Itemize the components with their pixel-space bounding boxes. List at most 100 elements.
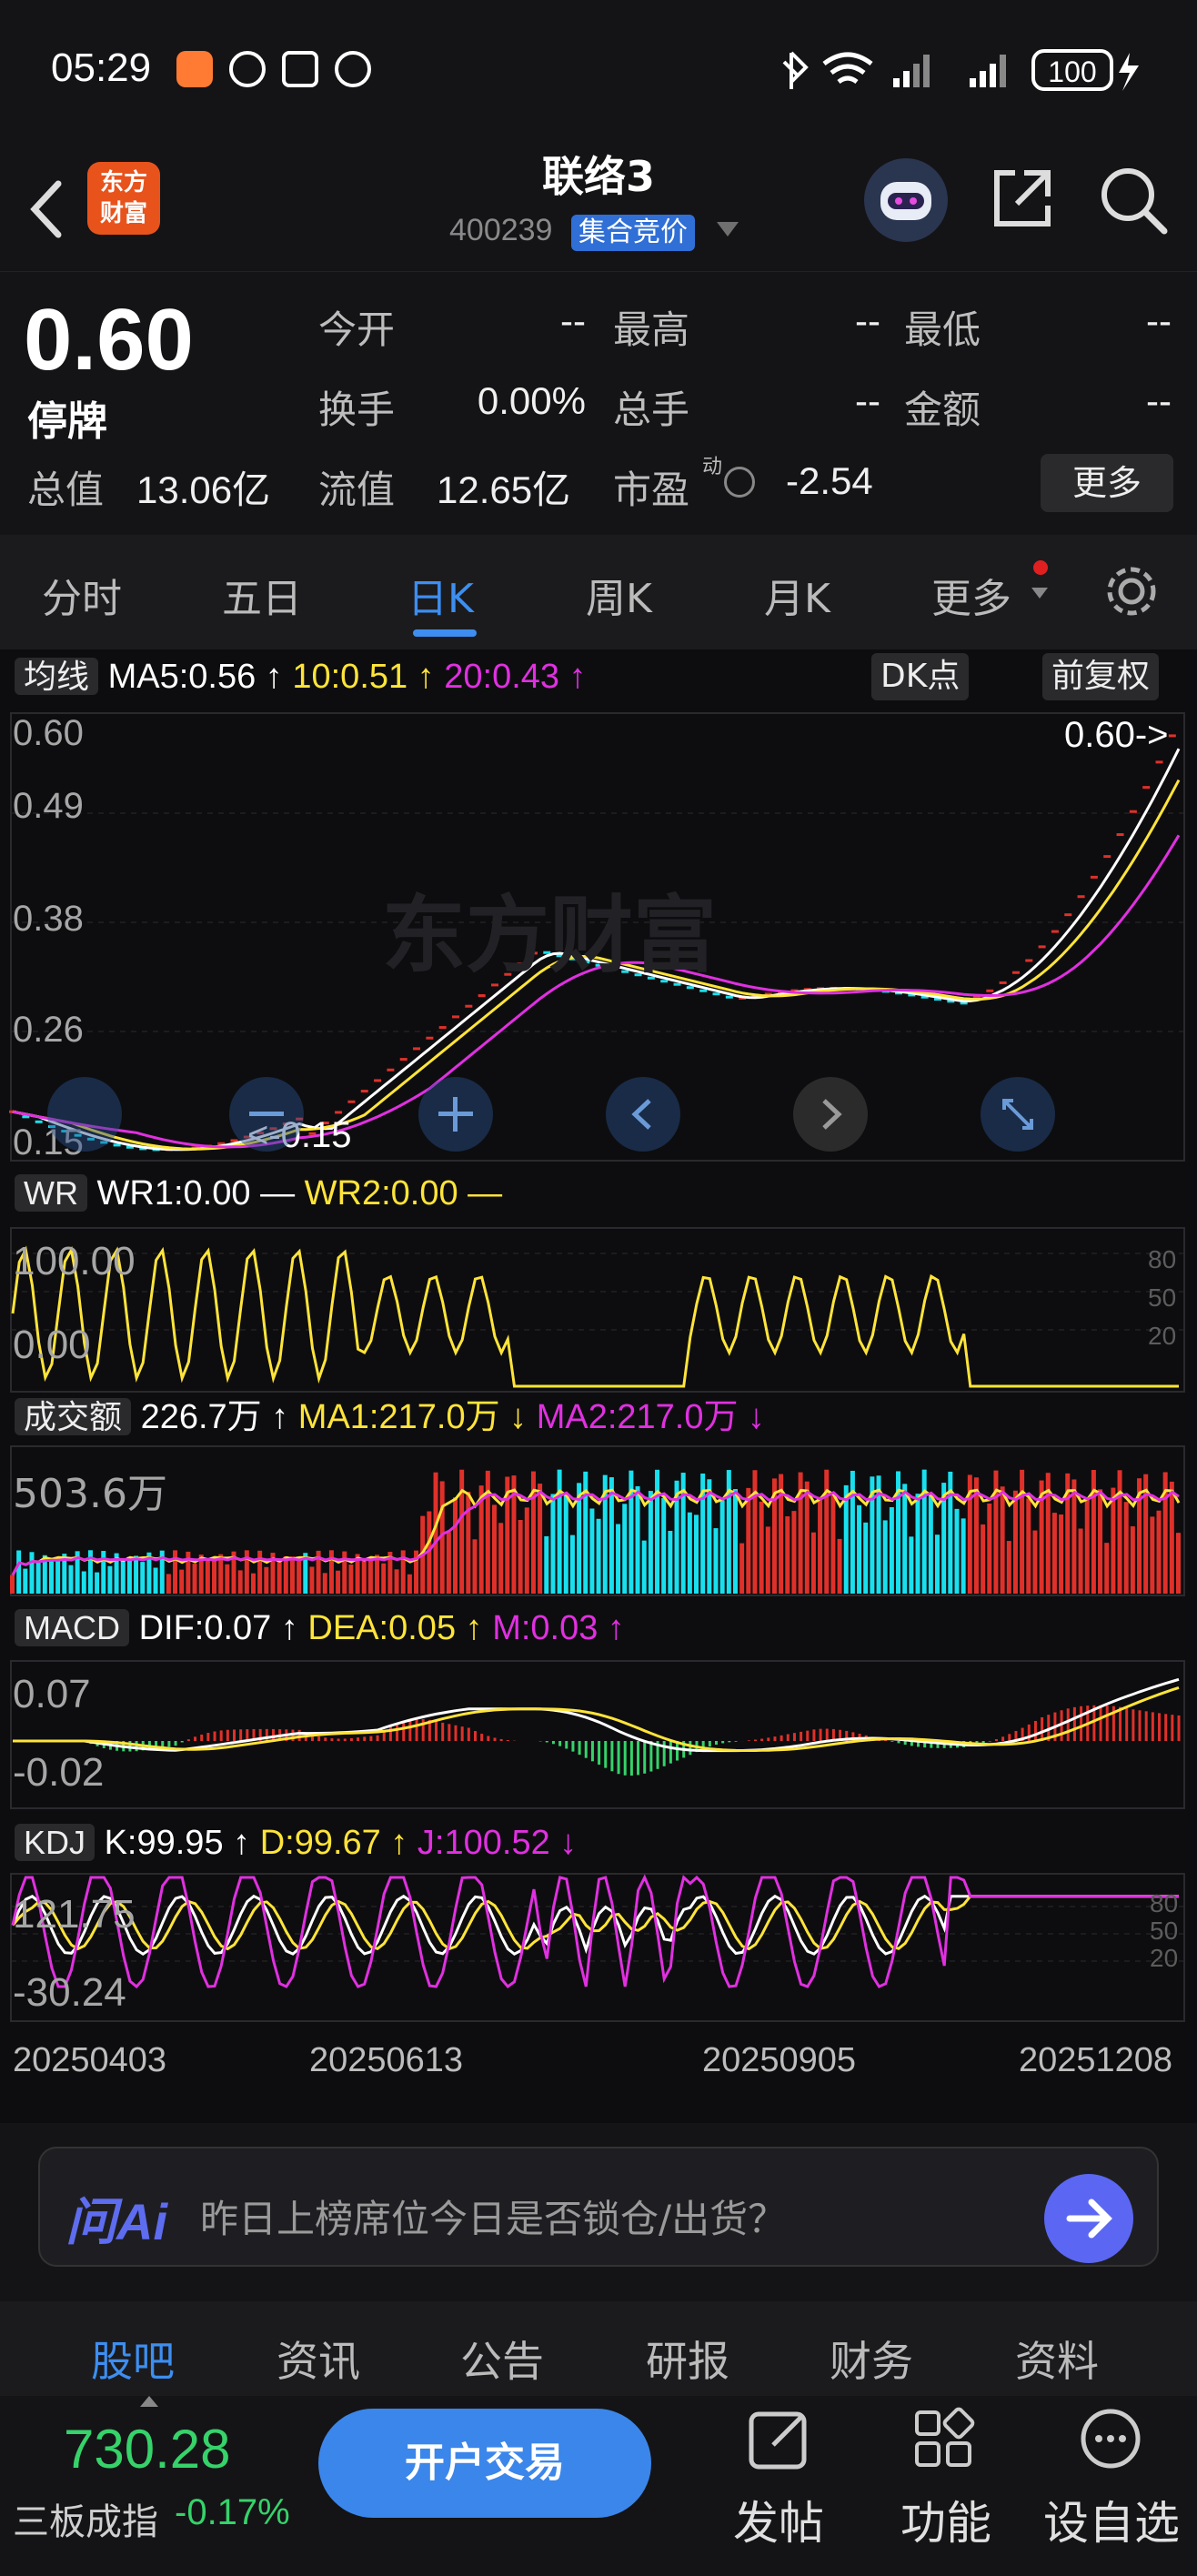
volume-bar	[648, 1491, 653, 1594]
macd-dea: DEA:0.05 ↑	[307, 1609, 483, 1647]
tab-monthly-k[interactable]: 月K	[764, 566, 830, 624]
search-icon[interactable]	[1097, 164, 1170, 236]
macd-select[interactable]: MACD	[15, 1609, 129, 1646]
rewind-icon[interactable]	[47, 1077, 122, 1152]
tab-news[interactable]: 资讯	[277, 2329, 360, 2389]
volume-bar	[732, 1489, 738, 1594]
tab-research[interactable]: 研报	[646, 2329, 729, 2389]
app-notification-icon	[176, 51, 213, 87]
volume-bar	[250, 1573, 256, 1594]
zoom-in-icon[interactable]	[418, 1077, 493, 1152]
chevron-up-icon[interactable]	[140, 2396, 158, 2407]
wr-indicator-row: WR WR1:0.00 — WR2:0.00 —	[15, 1170, 502, 1217]
float-cap-label: 流值	[318, 468, 396, 512]
send-arrow-icon[interactable]	[1044, 2174, 1133, 2263]
stock-code: 400239	[449, 213, 553, 247]
low-label: 最低	[904, 307, 981, 352]
volume-bar	[1032, 1530, 1038, 1594]
kdj-indicator-row: KDJ K:99.95 ↑ D:99.67 ↑ J:100.52 ↓	[15, 1819, 577, 1867]
volume-bar	[961, 1518, 966, 1594]
index-name[interactable]: 三板成指	[13, 2492, 158, 2545]
volume-bar	[446, 1532, 451, 1594]
tab-more[interactable]: 更多	[931, 566, 1011, 624]
market-cap-label: 总值	[27, 468, 105, 512]
volume-bar	[765, 1526, 770, 1594]
volume-bar	[140, 1562, 146, 1594]
wr2-label: WR2:0.00 —	[304, 1174, 503, 1213]
volume-bar	[987, 1503, 992, 1594]
ai-question[interactable]: 昨日上榜席位今日是否锁仓/出货？	[200, 2189, 786, 2244]
volume-label: 总手	[613, 387, 690, 432]
macd-y-top: 0.07	[13, 1672, 91, 1716]
watermark: 东方财富	[382, 887, 718, 984]
tab-forum[interactable]: 股吧	[91, 2329, 175, 2389]
more-quote-button[interactable]: 更多	[1041, 454, 1173, 512]
tab-finance[interactable]: 财务	[830, 2329, 913, 2389]
scroll-left-icon[interactable]	[606, 1077, 680, 1152]
volume-bar	[367, 1557, 373, 1594]
kline-chart-area[interactable]: 均线 MA5:0.56 ↑ 10:0.51 ↑ 20:0.43 ↑ DK点 前复…	[0, 649, 1197, 2123]
post-edit-icon[interactable]	[746, 2405, 813, 2472]
status-bar: 05:29 100	[0, 0, 1197, 146]
volume-bar	[1091, 1470, 1096, 1594]
open-account-trade-button[interactable]: 开户交易	[318, 2409, 651, 2518]
volume-bar	[550, 1494, 556, 1594]
fullscreen-icon[interactable]	[981, 1077, 1055, 1152]
volume-bar	[850, 1470, 855, 1594]
wr-select[interactable]: WR	[15, 1174, 87, 1212]
ask-ai-bar[interactable]: 问Ai 昨日上榜席位今日是否锁仓/出货？	[38, 2147, 1159, 2267]
volume-bar	[498, 1523, 504, 1594]
post-button[interactable]: 发帖	[724, 2487, 833, 2552]
add-watchlist-button[interactable]: 设自选	[1031, 2487, 1192, 2552]
stock-header: 东方 财富 联络3 400239 集合竞价	[0, 146, 1197, 271]
svg-text:100: 100	[1048, 55, 1096, 88]
volume-bar	[713, 1528, 719, 1594]
volume-value: 226.7万 ↑	[140, 1398, 289, 1436]
tab-intraday[interactable]: 分时	[42, 566, 122, 624]
volume-bar	[212, 1558, 217, 1594]
tab-daily-k[interactable]: 日K	[407, 566, 474, 624]
volume-bar	[746, 1487, 751, 1594]
tab-profile[interactable]: 资料	[1015, 2329, 1099, 2389]
tab-five-day[interactable]: 五日	[222, 566, 302, 624]
volume-bar	[837, 1538, 842, 1594]
info-icon[interactable]	[724, 467, 755, 498]
ai-robot-icon[interactable]	[864, 158, 948, 242]
share-icon[interactable]	[988, 164, 1057, 233]
function-grid-icon[interactable]	[910, 2405, 977, 2472]
volume-bar	[791, 1511, 797, 1594]
macd-y-bottom: -0.02	[13, 1750, 105, 1795]
volume-bar	[810, 1532, 816, 1594]
index-value[interactable]: 730.28	[64, 2418, 231, 2480]
tab-announcements[interactable]: 公告	[460, 2329, 544, 2389]
volume-bar	[518, 1520, 523, 1594]
signal-2-icon	[970, 55, 1006, 87]
volume-bar	[804, 1481, 810, 1594]
settings-gear-icon[interactable]	[1102, 562, 1161, 620]
kdj-right-axis: 80 50 20	[1150, 1889, 1179, 1972]
active-tab-indicator	[413, 629, 477, 637]
zoom-out-icon[interactable]	[229, 1077, 304, 1152]
volume-bar	[589, 1508, 595, 1594]
more-dots-icon[interactable]	[1077, 2405, 1144, 2472]
scroll-right-icon[interactable]	[793, 1077, 868, 1152]
volume-bar	[707, 1479, 712, 1594]
tab-weekly-k[interactable]: 周K	[586, 566, 652, 624]
date-label: 20250905	[702, 2041, 857, 2079]
volume-bar	[166, 1574, 171, 1594]
kdj-j: J:100.52 ↓	[417, 1824, 578, 1862]
notification-icon	[229, 51, 266, 87]
volume-bar	[95, 1572, 100, 1594]
pe-value: -2.54	[786, 459, 873, 502]
volume-bar	[237, 1570, 243, 1594]
kdj-y-top: 121.75	[13, 1892, 136, 1937]
function-button[interactable]: 功能	[891, 2487, 1001, 2552]
volume-bar	[694, 1514, 699, 1594]
wifi-icon	[822, 52, 873, 85]
index-change[interactable]: -0.17%	[175, 2492, 290, 2533]
kdj-select[interactable]: KDJ	[15, 1824, 96, 1861]
bluetooth-icon	[782, 51, 809, 89]
volume-bar	[687, 1512, 692, 1594]
volume-select[interactable]: 成交额	[15, 1398, 132, 1435]
chevron-down-icon[interactable]	[717, 222, 739, 236]
